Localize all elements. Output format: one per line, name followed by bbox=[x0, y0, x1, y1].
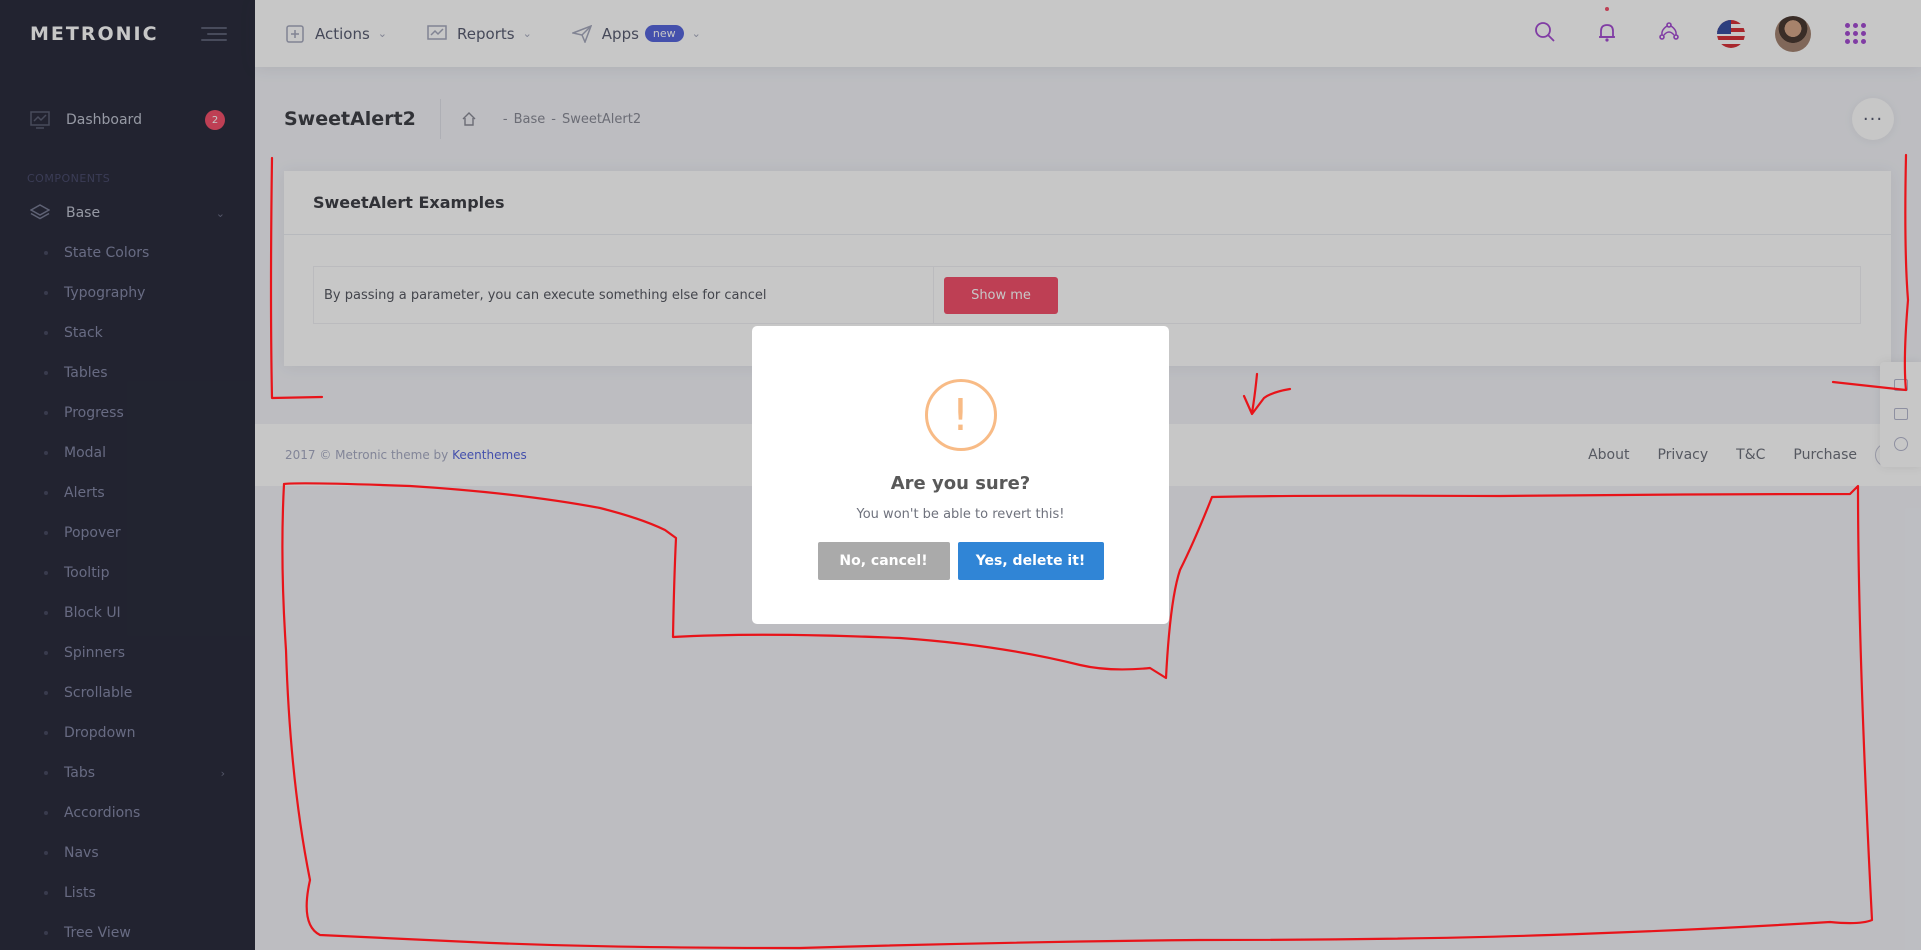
cancel-button[interactable]: No, cancel! bbox=[817, 542, 950, 580]
modal-actions: No, cancel! Yes, delete it! bbox=[817, 542, 1104, 580]
modal-text: You won't be able to revert this! bbox=[856, 507, 1065, 522]
warning-icon: ! bbox=[924, 379, 997, 451]
sweetalert-modal: ! Are you sure? You won't be able to rev… bbox=[752, 326, 1169, 624]
confirm-delete-button[interactable]: Yes, delete it! bbox=[957, 542, 1104, 580]
modal-title: Are you sure? bbox=[890, 473, 1031, 494]
